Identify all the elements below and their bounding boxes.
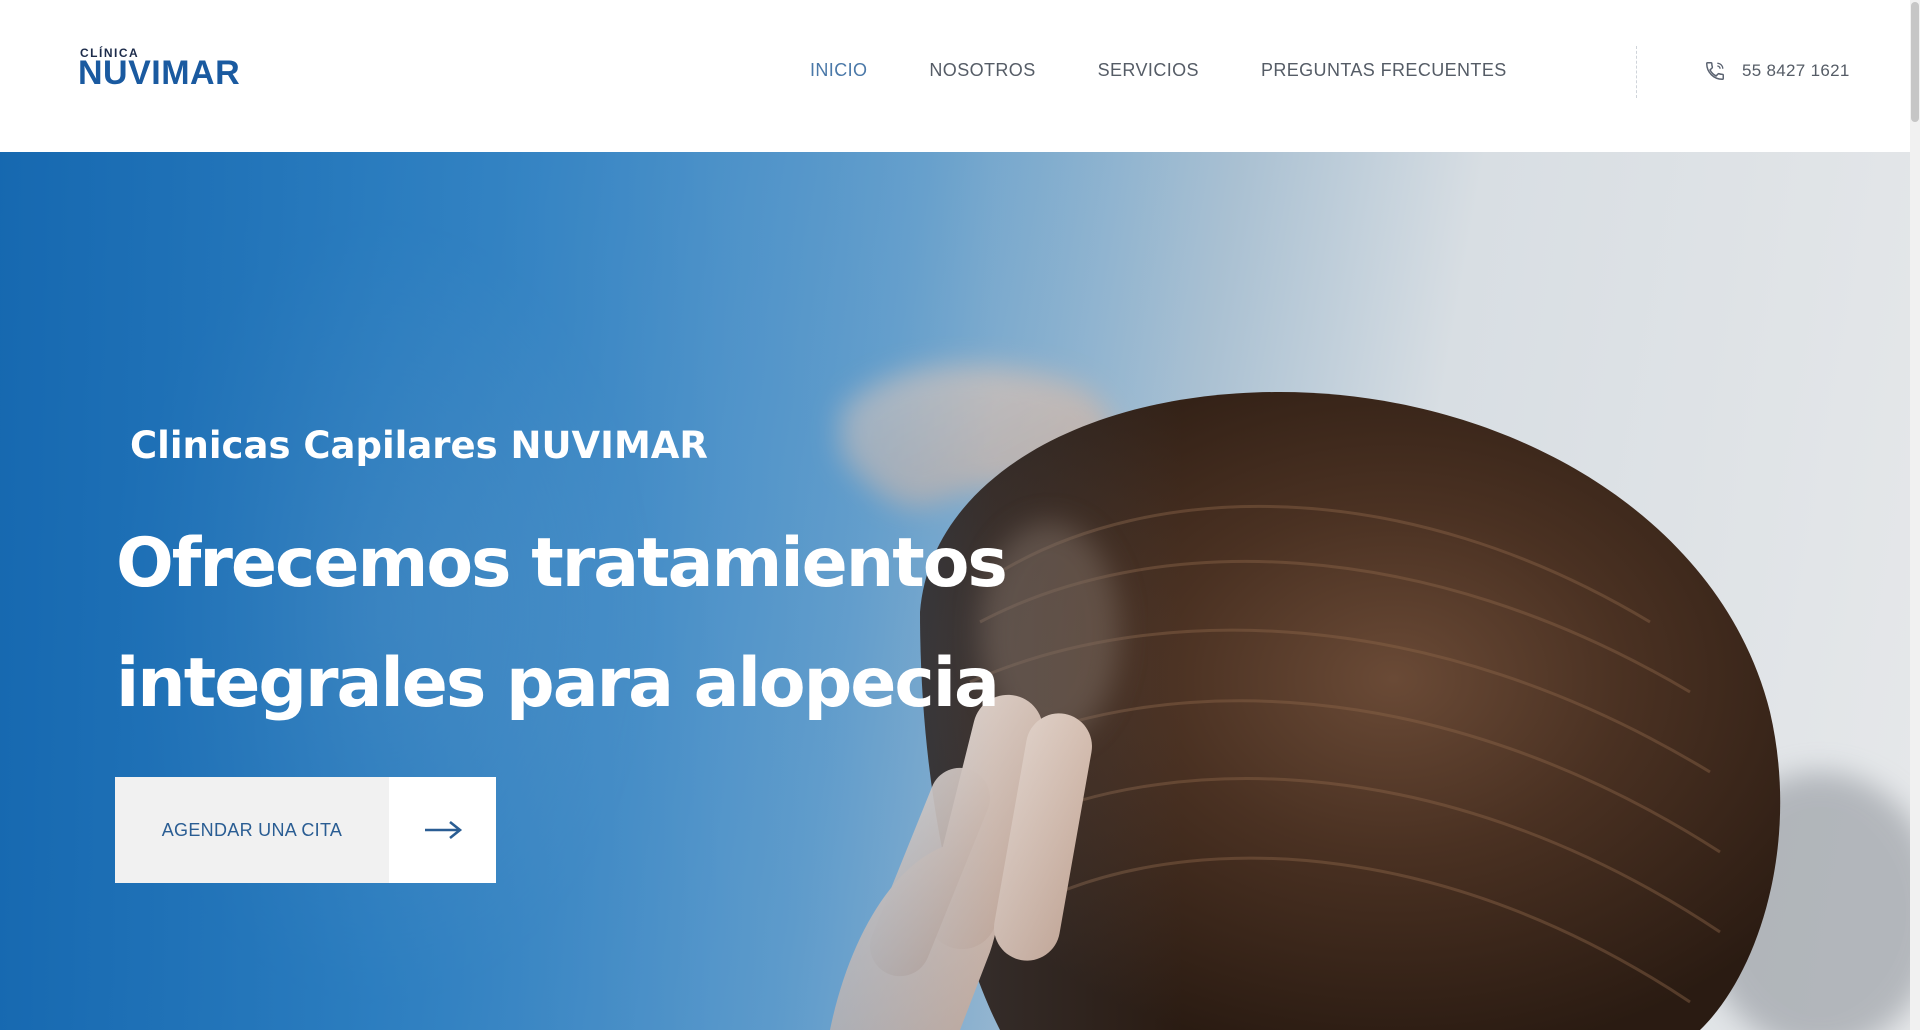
- book-appointment-button[interactable]: AGENDAR UNA CITA: [115, 777, 496, 883]
- cta-arrow-box[interactable]: [389, 777, 496, 883]
- site-header: CLÍNICA NUVIMAR INICIO NOSOTROS SERVICIO…: [0, 0, 1920, 152]
- scrollbar-thumb[interactable]: [1911, 2, 1919, 122]
- cta-label: AGENDAR UNA CITA: [161, 819, 343, 840]
- nav-item-inicio[interactable]: INICIO: [810, 60, 867, 81]
- brand-logo[interactable]: CLÍNICA NUVIMAR: [78, 42, 258, 108]
- hero-title-line-2: integrales para alopecia: [116, 644, 1000, 723]
- phone-icon: [1706, 62, 1724, 80]
- phone-number: 55 8427 1621: [1742, 61, 1850, 80]
- arrow-right-icon: [424, 820, 462, 840]
- hero-section: Clinicas Capilares NUVIMAR Ofrecemos tra…: [0, 152, 1910, 1030]
- cta-label-box[interactable]: AGENDAR UNA CITA: [115, 777, 389, 883]
- nav-item-servicios[interactable]: SERVICIOS: [1098, 60, 1199, 81]
- nav-item-preguntas-frecuentes[interactable]: PREGUNTAS FRECUENTES: [1261, 60, 1507, 81]
- hero-title-line-1: Ofrecemos tratamientos: [116, 524, 1008, 603]
- hero-title: Ofrecemos tratamientos integrales para a…: [116, 504, 1016, 744]
- phone-link[interactable]: 55 8427 1621: [1704, 60, 1850, 82]
- page-scrollbar[interactable]: [1910, 0, 1920, 1030]
- logo-big-text: NUVIMAR: [78, 54, 241, 92]
- main-nav: INICIO NOSOTROS SERVICIOS PREGUNTAS FREC…: [810, 60, 1507, 81]
- hero-subtitle: Clinicas Capilares NUVIMAR: [130, 424, 708, 467]
- header-divider: [1636, 46, 1637, 98]
- nav-item-nosotros[interactable]: NOSOTROS: [929, 60, 1035, 81]
